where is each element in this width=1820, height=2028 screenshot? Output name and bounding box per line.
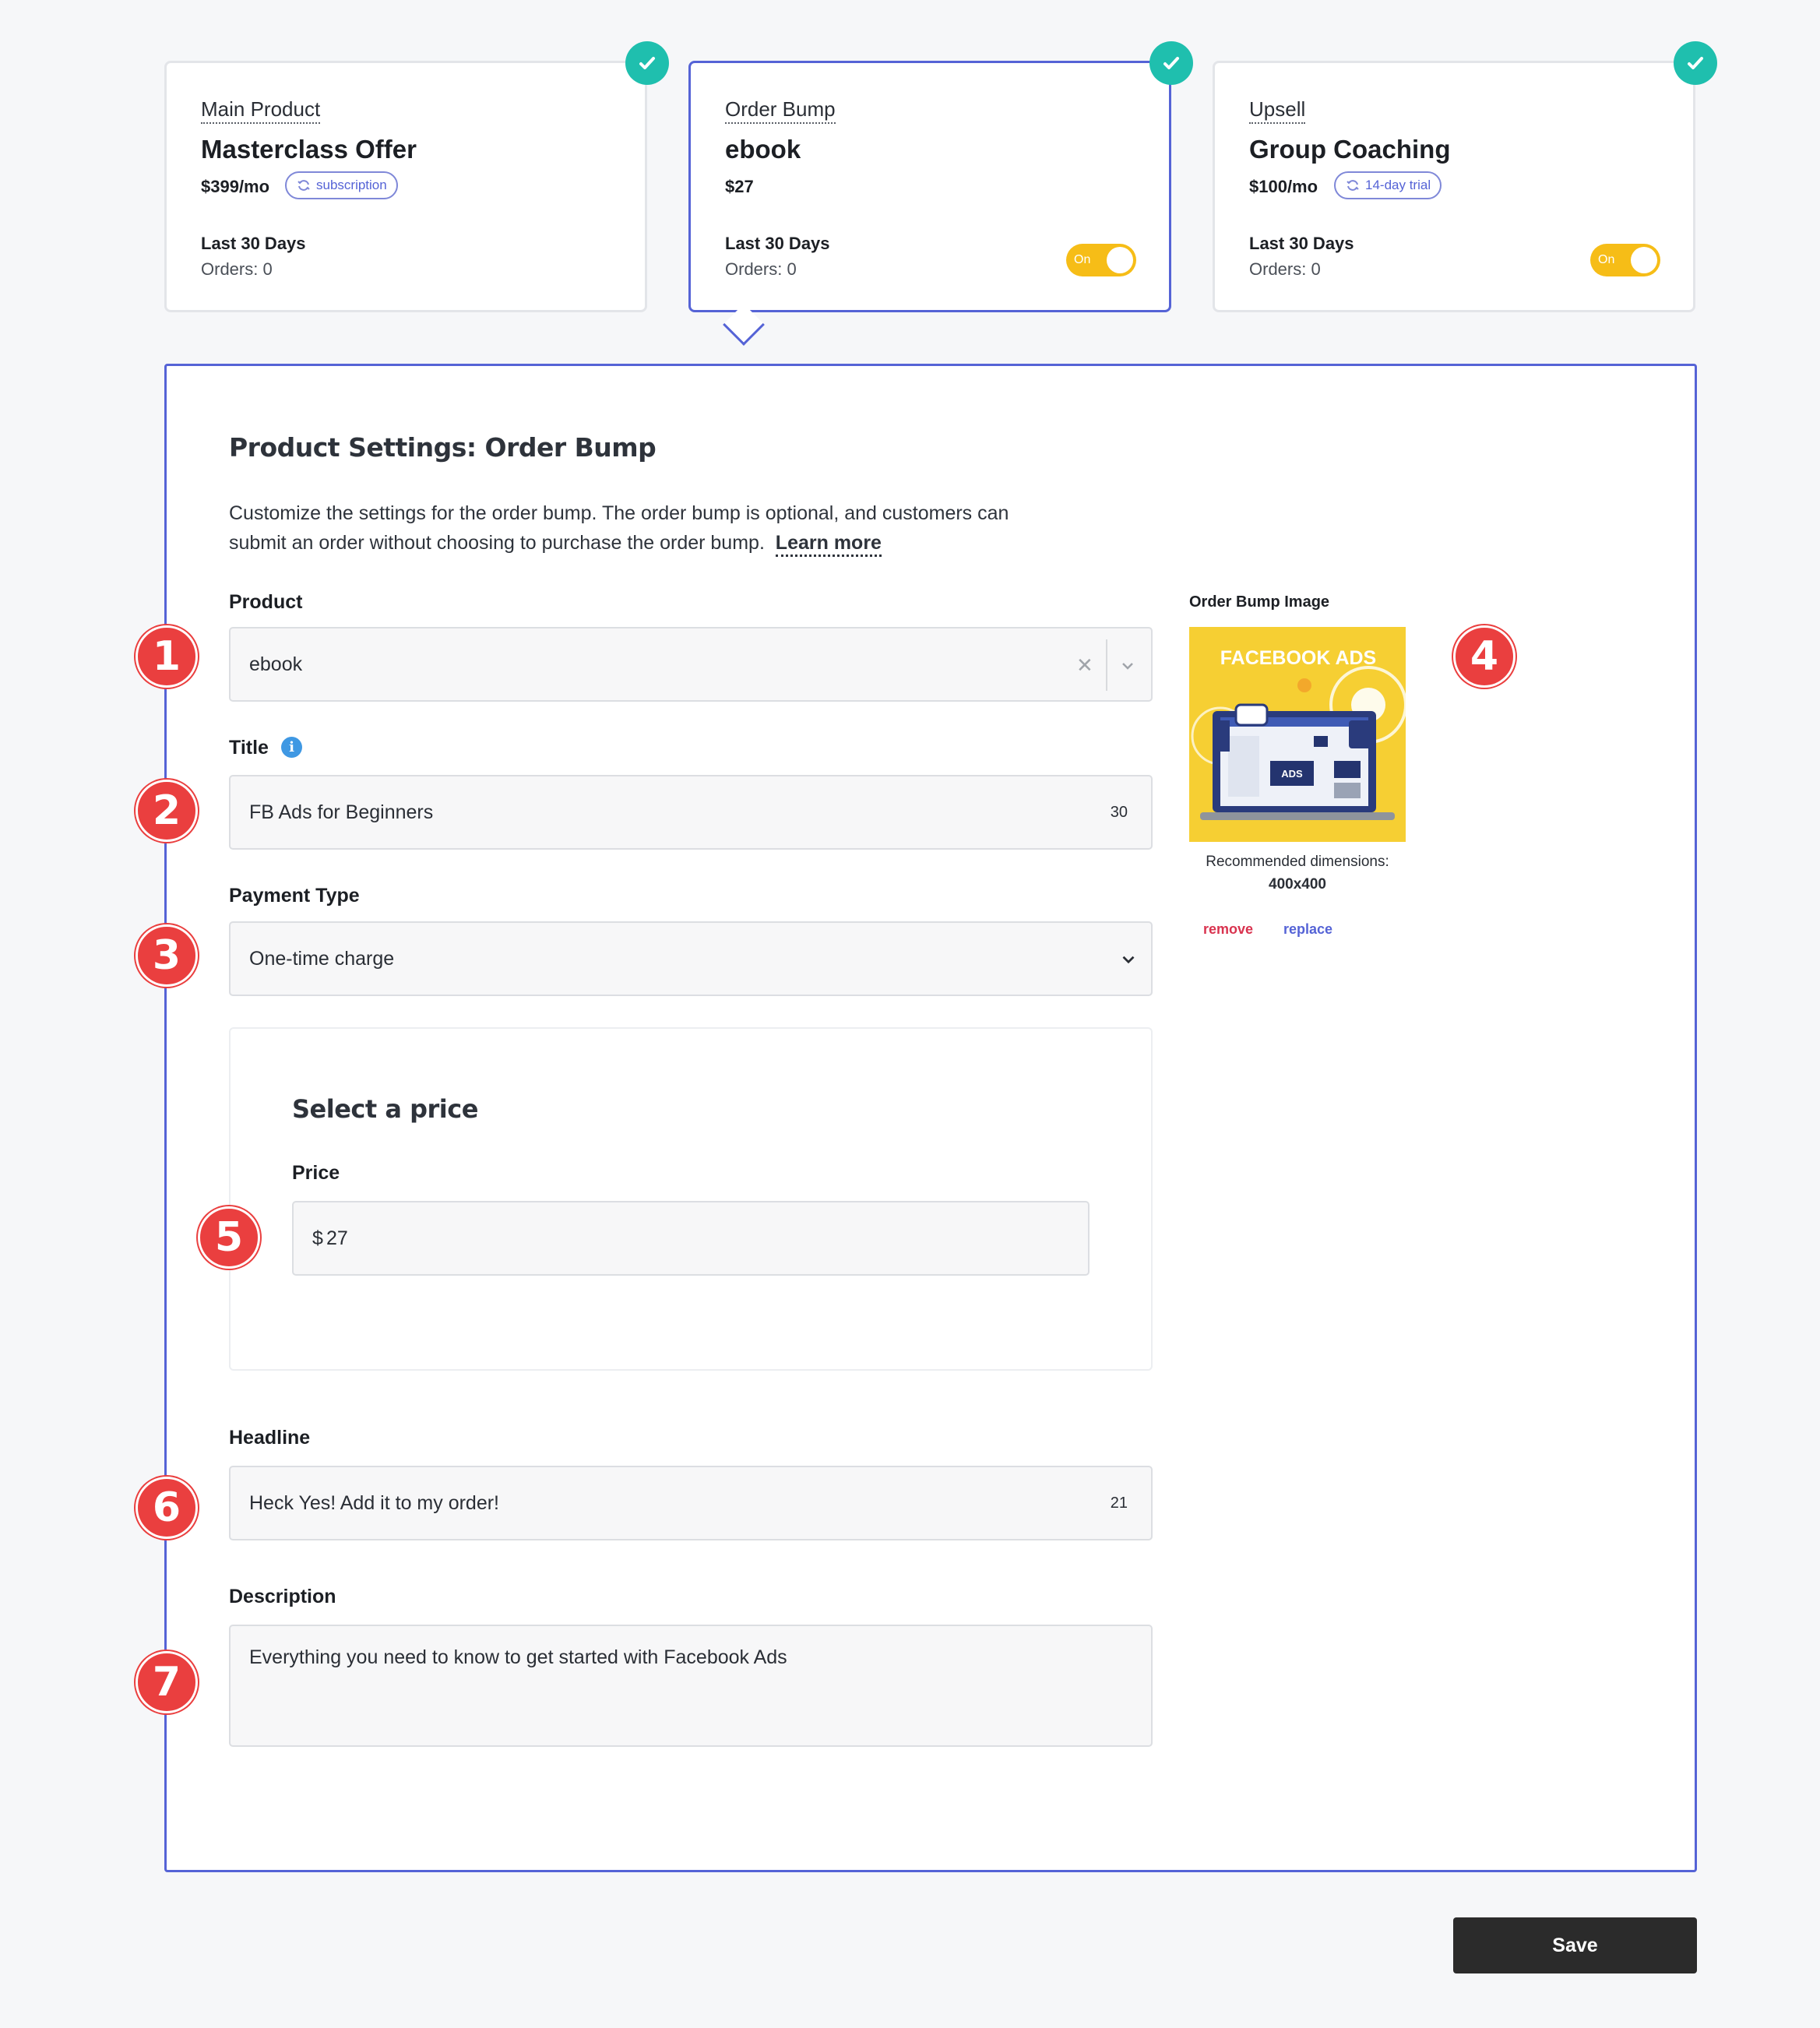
- learn-more-link[interactable]: Learn more: [775, 532, 882, 557]
- clear-icon[interactable]: ✕: [1076, 653, 1093, 678]
- card-product-name: Group Coaching: [1249, 135, 1451, 164]
- order-bump-image: ADS FACEBOOK ADS: [1189, 627, 1406, 842]
- payment-type-label: Payment Type: [229, 885, 360, 907]
- page-title: Product Settings: Order Bump: [229, 432, 657, 463]
- step-marker: 4: [1453, 625, 1515, 688]
- step-marker: 6: [136, 1477, 198, 1539]
- recurring-icon: [297, 180, 310, 191]
- step-marker: 7: [136, 1651, 198, 1713]
- toggle-knob: [1107, 247, 1133, 273]
- order-bump-card[interactable]: Order Bump ebook $27 Last 30 Days Orders…: [688, 61, 1171, 312]
- remove-image-link[interactable]: remove: [1203, 921, 1253, 938]
- product-label: Product: [229, 591, 303, 613]
- upsell-toggle[interactable]: On: [1590, 244, 1660, 276]
- card-price: $27: [725, 177, 754, 196]
- rec-line-1: Recommended dimensions:: [1206, 854, 1389, 870]
- step-marker: 5: [198, 1206, 260, 1269]
- card-kind: Main Product: [201, 97, 321, 124]
- save-button[interactable]: Save: [1453, 1917, 1697, 1973]
- recurring-icon: [1347, 180, 1359, 191]
- description-value: Everything you need to know to get start…: [249, 1646, 787, 1668]
- price-value: 27: [326, 1227, 348, 1249]
- description-textarea[interactable]: Everything you need to know to get start…: [229, 1625, 1153, 1747]
- card-orders: Orders: 0: [201, 259, 273, 279]
- rec-line-2: 400x400: [1269, 876, 1326, 893]
- price-currency: $: [312, 1227, 323, 1249]
- complete-check-icon: [625, 41, 669, 85]
- ads-label: ADS: [1281, 768, 1303, 780]
- order-bump-image-label: Order Bump Image: [1189, 593, 1330, 611]
- card-orders: Orders: 0: [725, 259, 797, 279]
- select-divider: [1106, 639, 1107, 691]
- card-price: $100/mo: [1249, 177, 1318, 196]
- step-marker: 1: [136, 625, 198, 688]
- info-icon[interactable]: i: [281, 737, 302, 758]
- card-period: Last 30 Days: [1249, 234, 1354, 253]
- card-kind: Order Bump: [725, 97, 836, 124]
- subscription-badge: subscription: [285, 171, 398, 199]
- payment-type-select[interactable]: One-time charge: [229, 921, 1153, 996]
- headline-char-count: 21: [1110, 1495, 1128, 1512]
- card-kind: Upsell: [1249, 97, 1306, 124]
- intro-line-2: submit an order without choosing to purc…: [229, 532, 765, 554]
- headline-input[interactable]: Heck Yes! Add it to my order! 21: [229, 1466, 1153, 1540]
- description-label: Description: [229, 1586, 336, 1607]
- price-section: [229, 1027, 1153, 1371]
- payment-type-value: One-time charge: [249, 948, 395, 970]
- title-char-count: 30: [1110, 804, 1128, 821]
- chevron-down-icon[interactable]: [1118, 949, 1139, 975]
- price-label: Price: [292, 1162, 340, 1184]
- card-orders: Orders: 0: [1249, 259, 1321, 279]
- headline-value: Heck Yes! Add it to my order!: [249, 1492, 499, 1514]
- headline-label: Headline: [229, 1427, 311, 1449]
- title-input[interactable]: FB Ads for Beginners 30: [229, 775, 1153, 850]
- intro-line-1: Customize the settings for the order bum…: [229, 502, 1009, 524]
- product-select[interactable]: ebook ✕: [229, 627, 1153, 702]
- trial-badge: 14-day trial: [1334, 171, 1442, 199]
- price-input[interactable]: $ 27: [292, 1201, 1090, 1276]
- complete-check-icon: [1674, 41, 1717, 85]
- title-label: Title i: [229, 737, 302, 759]
- card-product-name: Masterclass Offer: [201, 135, 417, 164]
- order-bump-toggle[interactable]: On: [1066, 244, 1136, 276]
- step-marker: 3: [136, 924, 198, 987]
- card-price: $399/mo: [201, 177, 270, 196]
- chevron-down-icon[interactable]: [1118, 657, 1137, 681]
- title-label-text: Title: [229, 737, 269, 759]
- title-value: FB Ads for Beginners: [249, 801, 434, 823]
- complete-check-icon: [1149, 41, 1193, 85]
- badge-label: 14-day trial: [1365, 178, 1431, 192]
- upsell-card[interactable]: Upsell Group Coaching $100/mo 14-day tri…: [1213, 61, 1695, 312]
- recommended-dimensions: Recommended dimensions: 400x400: [1189, 850, 1406, 896]
- card-product-name: ebook: [725, 135, 801, 164]
- toggle-knob: [1631, 247, 1657, 273]
- step-marker: 2: [136, 780, 198, 842]
- card-period: Last 30 Days: [201, 234, 306, 253]
- toggle-label: On: [1074, 253, 1091, 266]
- price-section-title: Select a price: [292, 1094, 478, 1124]
- replace-image-link[interactable]: replace: [1283, 921, 1332, 938]
- product-value: ebook: [249, 653, 303, 675]
- badge-label: subscription: [316, 178, 387, 192]
- intro-text: Customize the settings for the order bum…: [229, 498, 1086, 558]
- banner-text: FACEBOOK ADS: [1220, 647, 1376, 669]
- toggle-label: On: [1598, 253, 1615, 266]
- card-period: Last 30 Days: [725, 234, 830, 253]
- main-product-card[interactable]: Main Product Masterclass Offer $399/mo s…: [164, 61, 647, 312]
